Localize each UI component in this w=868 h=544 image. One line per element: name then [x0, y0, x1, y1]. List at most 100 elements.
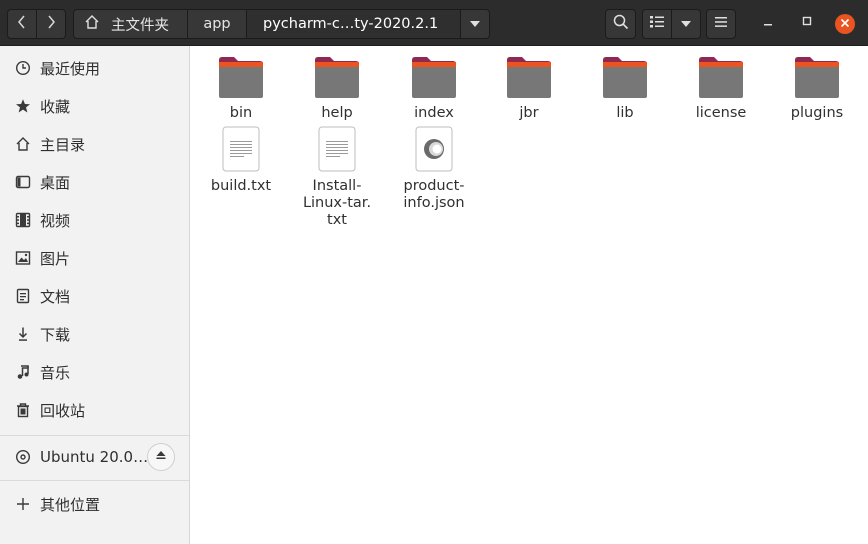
text-file-icon [222, 126, 260, 172]
sidebar-item-music[interactable]: 音乐 [0, 354, 189, 390]
file-item-folder[interactable]: bin [193, 56, 289, 122]
forward-button[interactable] [37, 9, 66, 39]
file-name: product- info.json [403, 178, 465, 211]
hamburger-icon [714, 16, 728, 32]
file-item-folder[interactable]: jbr [481, 56, 577, 122]
file-name: license [695, 105, 747, 121]
film-icon [14, 211, 32, 229]
minimize-icon [762, 15, 774, 31]
breadcrumb-home[interactable]: 主文件夹 [73, 9, 188, 39]
disc-icon [14, 448, 32, 466]
sidebar-item-pictures[interactable]: 图片 [0, 240, 189, 276]
sidebar-item-label: 收藏 [40, 97, 71, 116]
desktop-icon [14, 173, 32, 191]
file-view: bin help index jbr lib license plugins b… [190, 46, 868, 544]
home-icon [84, 14, 100, 34]
sidebar-item-label: 桌面 [40, 173, 71, 192]
breadcrumb-home-label: 主文件夹 [111, 17, 169, 34]
folder-icon [505, 56, 553, 99]
path-menu-button[interactable] [461, 9, 490, 39]
chevron-down-icon [680, 16, 692, 32]
document-icon [14, 287, 32, 305]
eject-icon [155, 449, 167, 465]
menu-button[interactable] [706, 9, 736, 39]
file-name: bin [229, 105, 253, 121]
sidebar-separator [0, 480, 189, 481]
sidebar-item-home[interactable]: 主目录 [0, 126, 189, 162]
sidebar-item-label: 视频 [40, 211, 71, 230]
file-item-json[interactable]: product- info.json [386, 126, 482, 212]
sidebar-item-label: 下载 [40, 325, 71, 344]
header-bar: 主文件夹 app pycharm-c…ty-2020.2.1 [0, 0, 868, 46]
chevron-left-icon [17, 15, 27, 33]
sidebar-item-label: 主目录 [40, 135, 86, 154]
close-icon [840, 16, 850, 32]
json-file-icon [415, 126, 453, 172]
sidebar-item-label: Ubuntu 20.0… [40, 448, 149, 466]
file-item-folder[interactable]: help [289, 56, 385, 122]
sidebar-item-label: 图片 [40, 249, 71, 268]
view-controls [642, 9, 701, 39]
sidebar-item-starred[interactable]: 收藏 [0, 88, 189, 124]
file-name: lib [616, 105, 634, 121]
sidebar-item-documents[interactable]: 文档 [0, 278, 189, 314]
breadcrumb-current[interactable]: pycharm-c…ty-2020.2.1 [247, 9, 461, 39]
sidebar-item-downloads[interactable]: 下载 [0, 316, 189, 352]
search-button[interactable] [605, 9, 636, 39]
clock-icon [14, 59, 32, 77]
navigation-buttons [7, 9, 66, 39]
breadcrumb-app-label: app [203, 16, 231, 32]
breadcrumb-current-label: pycharm-c…ty-2020.2.1 [263, 16, 439, 32]
chevron-right-icon [46, 15, 56, 33]
sidebar-item-label: 其他位置 [40, 495, 101, 514]
file-item-folder[interactable]: plugins [769, 56, 865, 122]
breadcrumb-app[interactable]: app [188, 9, 247, 39]
home-icon [14, 135, 32, 153]
folder-icon [697, 56, 745, 99]
trash-icon [14, 401, 32, 419]
sidebar-item-recent[interactable]: 最近使用 [0, 50, 189, 86]
sidebar-item-label: 最近使用 [40, 59, 101, 78]
eject-button[interactable] [147, 443, 175, 471]
sidebar-item-label: 回收站 [40, 401, 86, 420]
sidebar-item-videos[interactable]: 视频 [0, 202, 189, 238]
sidebar-item-other-locations[interactable]: 其他位置 [0, 486, 189, 522]
file-name: index [414, 105, 454, 121]
file-item-folder[interactable]: license [673, 56, 769, 122]
plus-icon [14, 495, 32, 513]
folder-icon [793, 56, 841, 99]
file-item-text[interactable]: build.txt [193, 126, 289, 195]
breadcrumb: 主文件夹 app pycharm-c…ty-2020.2.1 [73, 9, 490, 39]
file-item-text[interactable]: Install- Linux-tar. txt [289, 126, 385, 229]
folder-icon [410, 56, 458, 99]
sidebar: 最近使用 收藏 主目录 桌面 视频 图片 文档 下载 音乐 回收站 Ubuntu… [0, 46, 190, 544]
image-icon [14, 249, 32, 267]
minimize-button[interactable] [758, 13, 778, 33]
sidebar-item-desktop[interactable]: 桌面 [0, 164, 189, 200]
file-item-folder[interactable]: lib [577, 56, 673, 122]
sidebar-item-label: 文档 [40, 287, 71, 306]
sidebar-item-label: 音乐 [40, 363, 71, 382]
download-icon [14, 325, 32, 343]
maximize-icon [801, 15, 813, 31]
file-name: plugins [790, 105, 844, 121]
file-name: jbr [519, 105, 539, 121]
folder-icon [313, 56, 361, 99]
list-view-icon [649, 15, 665, 33]
close-button[interactable] [835, 14, 855, 34]
star-icon [14, 97, 32, 115]
sidebar-item-trash[interactable]: 回收站 [0, 392, 189, 428]
file-name: build.txt [210, 178, 272, 194]
search-icon [613, 14, 629, 34]
file-name: Install- Linux-tar. txt [302, 178, 372, 228]
view-options-button[interactable] [672, 9, 701, 39]
file-item-folder[interactable]: index [386, 56, 482, 122]
file-name: help [321, 105, 353, 121]
list-view-button[interactable] [642, 9, 672, 39]
sidebar-separator [0, 435, 189, 436]
back-button[interactable] [7, 9, 37, 39]
chevron-down-icon [469, 16, 481, 32]
text-file-icon [318, 126, 356, 172]
folder-icon [601, 56, 649, 99]
maximize-button[interactable] [797, 13, 817, 33]
